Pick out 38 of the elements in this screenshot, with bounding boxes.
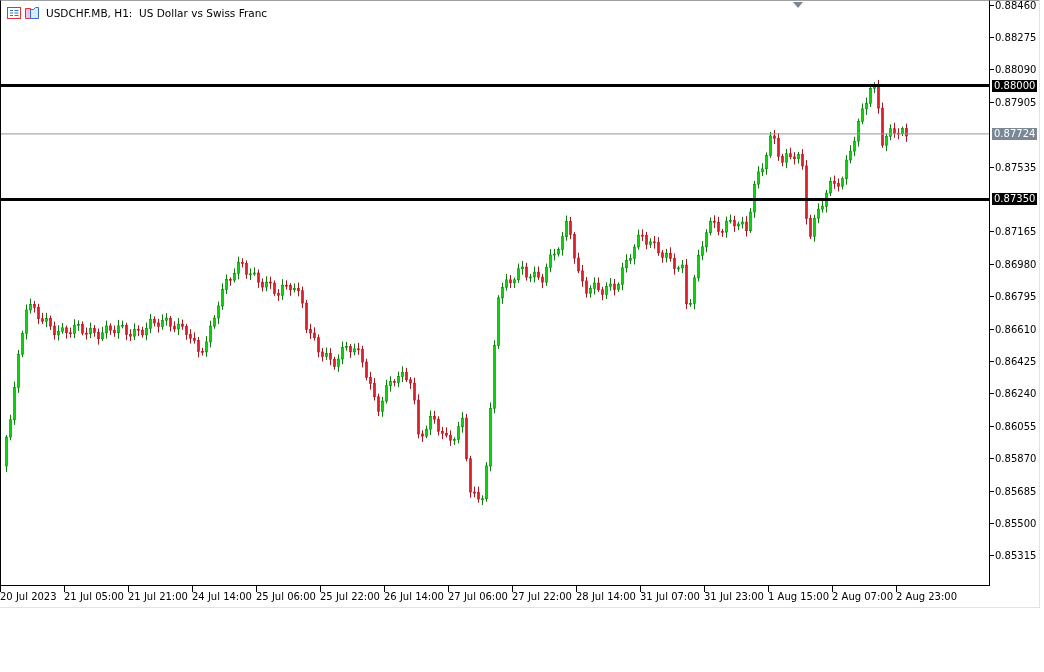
price-tick-label: 0.85315 <box>995 550 1037 562</box>
price-tick-label: 0.86980 <box>995 258 1037 270</box>
time-tick-label: 21 Jul 05:00 <box>64 591 124 602</box>
price-label: 0.88000 <box>992 79 1038 92</box>
time-tick-label: 31 Jul 07:00 <box>640 591 700 602</box>
price-tick-label: 0.85685 <box>995 485 1037 497</box>
document-icon[interactable] <box>25 7 39 19</box>
triangle-marker-icon[interactable] <box>793 2 803 8</box>
time-tick-label: 21 Jul 21:00 <box>128 591 188 602</box>
time-tick-label: 25 Jul 06:00 <box>256 591 316 602</box>
time-tick-label: 2 Aug 23:00 <box>896 591 958 602</box>
price-tick-label: 0.85500 <box>995 517 1037 529</box>
price-tick-label: 0.87165 <box>995 226 1037 238</box>
price-tick-label: 0.85870 <box>995 453 1037 465</box>
price-tick-label: 0.86055 <box>995 420 1037 432</box>
price-tick-label: 0.88090 <box>995 64 1037 76</box>
time-tick-label: 20 Jul 2023 <box>0 591 57 602</box>
time-tick-label: 27 Jul 22:00 <box>512 591 572 602</box>
price-label: 0.87350 <box>992 193 1038 206</box>
time-tick-label: 24 Jul 14:00 <box>192 591 252 602</box>
price-tick-label: 0.86240 <box>995 388 1037 400</box>
price-label: 0.87724 <box>992 127 1038 140</box>
price-tick-label: 0.86795 <box>995 291 1037 303</box>
price-tick-label: 0.88275 <box>995 31 1037 43</box>
price-tick-label: 0.87535 <box>995 161 1037 173</box>
time-tick-label: 2 Aug 07:00 <box>832 591 894 602</box>
time-tick-label: 26 Jul 14:00 <box>384 591 444 602</box>
time-tick-label: 25 Jul 22:00 <box>320 591 380 602</box>
time-tick-label: 1 Aug 15:00 <box>768 591 830 602</box>
price-tick-label: 0.86425 <box>995 355 1037 367</box>
chart-title: USDCHF.MB, H1: US Dollar vs Swiss Franc <box>46 7 268 19</box>
price-tick-label: 0.86610 <box>995 323 1037 335</box>
list-icon[interactable] <box>7 7 21 19</box>
price-tick-label: 0.87905 <box>995 96 1037 108</box>
time-tick-label: 27 Jul 06:00 <box>448 591 508 602</box>
time-tick-label: 31 Jul 23:00 <box>704 591 764 602</box>
time-tick-label: 28 Jul 14:00 <box>576 591 636 602</box>
price-tick-label: 0.88460 <box>995 0 1037 11</box>
